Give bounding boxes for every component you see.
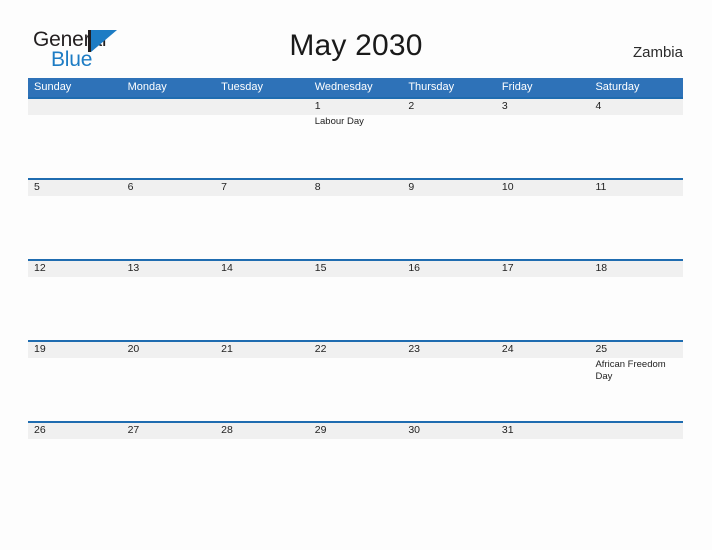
day-cell[interactable]: 28 [215, 421, 309, 502]
day-number [221, 100, 309, 113]
day-number: 6 [127, 181, 134, 193]
day-cell-empty [589, 421, 683, 502]
day-cell[interactable]: 9 [402, 178, 496, 259]
page-title: May 2030 [289, 29, 423, 62]
day-number [128, 100, 216, 113]
day-cell[interactable]: 1 Labour Day [309, 97, 403, 178]
day-cell[interactable]: 10 [496, 178, 590, 259]
calendar-week-row: 19 20 21 22 23 24 25 African Freedom Day [28, 340, 683, 421]
day-event-label: African Freedom Day [595, 359, 666, 382]
day-cell[interactable]: 20 [122, 340, 216, 421]
day-number: 24 [501, 343, 514, 355]
calendar-week-list: 1 Labour Day 2 3 4 5 6 7 8 9 10 11 12 13 14 15 16 17 18 19 2… [28, 97, 683, 502]
day-number: 11 [595, 181, 607, 193]
day-cell[interactable]: 13 [122, 259, 216, 340]
day-number: 2 [408, 100, 415, 112]
day-cell[interactable]: 6 [122, 178, 216, 259]
day-number: 16 [408, 262, 420, 274]
day-number: 10 [501, 181, 514, 193]
day-cell[interactable]: 22 [309, 340, 403, 421]
day-number [595, 424, 683, 437]
day-number: 26 [34, 424, 46, 436]
day-cell[interactable]: 21 [215, 340, 309, 421]
day-number: 13 [127, 262, 140, 274]
day-number: 25 [595, 343, 608, 355]
day-number: 9 [408, 181, 415, 193]
day-number: 23 [408, 343, 420, 355]
day-event-label: Labour Day [314, 116, 364, 127]
day-cell[interactable]: 17 [496, 259, 590, 340]
day-cell[interactable]: 18 [589, 259, 683, 340]
day-cell[interactable]: 24 [496, 340, 590, 421]
day-number: 21 [221, 343, 233, 355]
day-cell[interactable]: 8 [309, 178, 403, 259]
calendar-week-row: 12 13 14 15 16 17 18 [28, 259, 683, 340]
day-number: 15 [314, 262, 327, 274]
day-number: 22 [314, 343, 327, 355]
day-number: 12 [34, 262, 46, 274]
week-cells: 1 Labour Day 2 3 4 [28, 97, 683, 178]
day-header-thursday: Thursday [408, 81, 455, 93]
day-cell-empty [122, 97, 216, 178]
day-header-friday: Friday [501, 81, 533, 93]
calendar-week-row: 5 6 7 8 9 10 11 [28, 178, 683, 259]
calendar-grid: Sunday Monday Tuesday Wednesday Thursday… [28, 78, 683, 502]
week-cells: 26 27 28 29 30 31 [28, 421, 683, 502]
day-cell[interactable]: 15 [309, 259, 403, 340]
day-cell[interactable]: 19 [28, 340, 122, 421]
day-number: 19 [34, 343, 46, 355]
day-number: 30 [408, 424, 420, 436]
day-cell[interactable]: 14 [215, 259, 309, 340]
day-number: 29 [314, 424, 327, 436]
week-cells: 5 6 7 8 9 10 11 [28, 178, 683, 259]
day-header-sunday: Sunday [34, 81, 72, 93]
day-cell[interactable]: 27 [122, 421, 216, 502]
day-header-monday: Monday [127, 81, 167, 93]
day-cell[interactable]: 2 [402, 97, 496, 178]
day-number [34, 100, 122, 113]
day-cell[interactable]: 25 African Freedom Day [589, 340, 683, 421]
page-header: General Blue May 2030 Zambia [0, 0, 712, 76]
day-number: 18 [595, 262, 608, 274]
day-cell[interactable]: 4 [589, 97, 683, 178]
day-number: 4 [595, 100, 602, 112]
day-of-week-header-row: Sunday Monday Tuesday Wednesday Thursday… [28, 78, 683, 97]
day-number: 14 [221, 262, 233, 274]
day-cell[interactable]: 16 [402, 259, 496, 340]
day-header-tuesday: Tuesday [221, 81, 263, 93]
day-cell[interactable]: 31 [496, 421, 590, 502]
day-cell-empty [28, 97, 122, 178]
day-cell[interactable]: 5 [28, 178, 122, 259]
day-number: 1 [314, 100, 321, 112]
day-cell[interactable]: 30 [402, 421, 496, 502]
day-cell[interactable]: 23 [402, 340, 496, 421]
day-cell-empty [215, 97, 309, 178]
day-number: 28 [221, 424, 233, 436]
day-cell[interactable]: 7 [215, 178, 309, 259]
day-number: 31 [501, 424, 514, 436]
week-cells: 19 20 21 22 23 24 25 African Freedom Day [28, 340, 683, 421]
week-cells: 12 13 14 15 16 17 18 [28, 259, 683, 340]
day-number: 7 [221, 181, 227, 193]
day-number: 3 [501, 100, 508, 112]
day-number: 8 [314, 181, 321, 193]
calendar-week-row: 26 27 28 29 30 31 [28, 421, 683, 502]
calendar-location: Zambia [632, 44, 683, 61]
day-number: 20 [127, 343, 140, 355]
day-header-wednesday: Wednesday [314, 81, 373, 93]
day-cell[interactable]: 3 [496, 97, 590, 178]
day-number: 17 [501, 262, 514, 274]
day-header-saturday: Saturday [595, 81, 640, 93]
day-cell[interactable]: 11 [589, 178, 683, 259]
day-cell[interactable]: 26 [28, 421, 122, 502]
day-cell[interactable]: 29 [309, 421, 403, 502]
calendar-week-row: 1 Labour Day 2 3 4 [28, 97, 683, 178]
day-cell[interactable]: 12 [28, 259, 122, 340]
day-number: 27 [127, 424, 140, 436]
day-number: 5 [34, 181, 40, 193]
